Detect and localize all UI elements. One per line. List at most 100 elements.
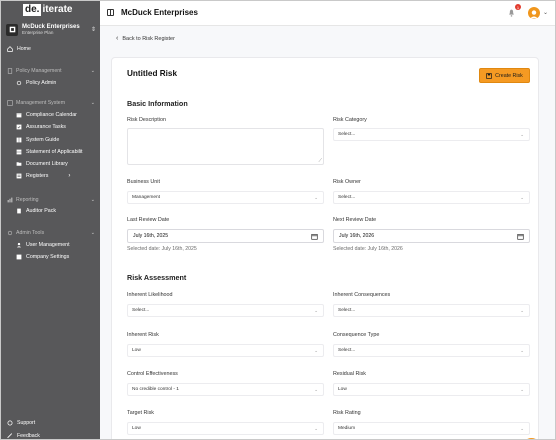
- chevron-down-icon: ⌄: [314, 308, 318, 313]
- sidebar-item-document-library[interactable]: Document Library: [16, 159, 68, 169]
- create-risk-button[interactable]: Create Risk: [479, 68, 530, 83]
- target-risk-select[interactable]: Low ⌄: [127, 422, 324, 435]
- chevron-down-icon[interactable]: ⌄: [543, 9, 548, 16]
- notification-badge: 1: [515, 4, 521, 10]
- inherent-risk-value: Low: [132, 348, 141, 353]
- consequence-type-select[interactable]: Select... ⌄: [333, 344, 530, 357]
- document-icon: [7, 68, 13, 74]
- chevron-down-icon: ⌄: [520, 348, 524, 353]
- sidebar-section-reporting[interactable]: Reporting ⌄: [7, 195, 95, 205]
- risk-rating-select[interactable]: Medium ⌄: [333, 422, 530, 435]
- user-avatar[interactable]: [528, 7, 540, 19]
- app-logo[interactable]: de. iterate: [23, 4, 72, 16]
- residual-risk-select[interactable]: Low ⌄: [333, 383, 530, 396]
- sidebar-item-compliance-calendar[interactable]: Compliance Calendar: [16, 110, 77, 120]
- risk-category-select[interactable]: Select... ⌄: [333, 128, 530, 141]
- residual-risk-label: Residual Risk: [333, 371, 366, 377]
- sidebar-item-label: Assurance Tasks: [26, 124, 66, 130]
- control-effectiveness-select[interactable]: No credible control - 1 ⌄: [127, 383, 324, 396]
- sidebar-item-assurance-tasks[interactable]: Assurance Tasks: [16, 122, 66, 132]
- last-review-value: July 16th, 2025: [133, 233, 169, 239]
- sidebar-item-label: Auditor Pack: [26, 208, 57, 214]
- document-icon: [17, 208, 21, 214]
- sidebar-section-admin[interactable]: Admin Tools ⌄: [7, 228, 95, 238]
- next-review-date-input[interactable]: July 16th, 2026: [333, 229, 530, 243]
- tools-icon: [7, 230, 13, 236]
- sidebar-section-label: Policy Management: [16, 68, 62, 74]
- save-icon: [486, 72, 492, 79]
- next-review-label: Next Review Date: [333, 217, 377, 223]
- risk-rating-value: Medium: [338, 426, 356, 431]
- risk-category-label: Risk Category: [333, 117, 367, 123]
- switch-org-icon: ⇕: [90, 27, 96, 33]
- sidebar-section-label: Reporting: [16, 197, 39, 203]
- sidebar-item-label: System Guide: [26, 137, 60, 143]
- resize-handle-icon[interactable]: ⟋: [318, 158, 322, 164]
- chevron-down-icon: ⌄: [314, 426, 318, 431]
- chevron-down-icon: ⌄: [520, 132, 524, 137]
- inherent-consequences-select[interactable]: Select... ⌄: [333, 304, 530, 317]
- sidebar-item-company-settings[interactable]: Company Settings: [16, 252, 69, 262]
- calendar-icon[interactable]: [311, 233, 318, 240]
- org-switcher[interactable]: McDuck Enterprises Enterprise Plan ⇕: [6, 20, 96, 39]
- chevron-down-icon: ⌄: [90, 100, 95, 106]
- bell-icon[interactable]: [508, 9, 515, 17]
- sidebar-item-auditor-pack[interactable]: Auditor Pack: [16, 206, 56, 216]
- business-unit-select[interactable]: Management ⌄: [127, 191, 324, 204]
- risk-owner-select[interactable]: Select... ⌄: [333, 191, 530, 204]
- sidebar-item-policy-admin[interactable]: Policy Admin: [16, 78, 56, 88]
- chevron-down-icon: ⌄: [90, 230, 95, 236]
- home-icon: [7, 46, 13, 52]
- last-review-label: Last Review Date: [127, 217, 170, 223]
- inherent-consequences-label: Inherent Consequences: [333, 292, 391, 298]
- back-link-label: Back to Risk Register: [122, 35, 175, 42]
- last-review-date-input[interactable]: July 16th, 2025: [127, 229, 324, 243]
- business-unit-value: Management: [132, 195, 160, 200]
- sidebar-item-home[interactable]: Home: [7, 44, 31, 54]
- folder-icon: [16, 162, 22, 166]
- sidebar-item-registers[interactable]: Registers ›: [16, 171, 70, 181]
- risk-owner-value: Select...: [338, 195, 356, 200]
- inherent-likelihood-label: Inherent Likelihood: [127, 292, 173, 298]
- calendar-icon[interactable]: [517, 233, 524, 240]
- feedback-icon: [7, 433, 13, 439]
- sidebar-item-support[interactable]: Support: [7, 418, 35, 428]
- chevron-down-icon: ⌄: [520, 195, 524, 200]
- sidebar-item-feedback[interactable]: Feedback: [7, 431, 40, 439]
- control-effectiveness-value: No credible control - 1: [132, 387, 179, 392]
- target-risk-label: Target Risk: [127, 410, 154, 416]
- sidebar-toggle-icon[interactable]: [107, 9, 114, 16]
- sidebar-item-user-management[interactable]: User Management: [16, 240, 70, 250]
- sidebar-item-system-guide[interactable]: System Guide: [16, 135, 59, 145]
- risk-description-field[interactable]: ⟋: [127, 128, 324, 165]
- sidebar-section-management[interactable]: Management System ⌄: [7, 98, 95, 108]
- gear-icon: [16, 254, 22, 260]
- sidebar: de. iterate McDuck Enterprises Enterpris…: [1, 1, 100, 439]
- sidebar-section-label: Management System: [16, 100, 66, 106]
- sidebar-section-label: Admin Tools: [16, 230, 45, 236]
- back-link[interactable]: ‹ Back to Risk Register: [116, 35, 175, 42]
- main-content: ‹ Back to Risk Register Untitled Risk Cr…: [100, 26, 555, 439]
- sidebar-item-label: Feedback: [17, 433, 40, 439]
- chart-icon: [7, 197, 13, 203]
- inherent-likelihood-select[interactable]: Select... ⌄: [127, 304, 324, 317]
- chevron-down-icon: ⌄: [314, 195, 318, 200]
- grid-icon: [7, 100, 13, 106]
- sidebar-item-label: Statement of Applicabilit: [26, 149, 83, 155]
- tasks-icon: [16, 124, 22, 130]
- sidebar-section-policy[interactable]: Policy Management ⌄: [7, 66, 95, 76]
- chevron-down-icon: ⌄: [90, 197, 95, 203]
- consequence-type-value: Select...: [338, 348, 356, 353]
- risk-category-value: Select...: [338, 132, 356, 137]
- consequence-type-label: Consequence Type: [333, 332, 380, 338]
- registers-icon: [16, 173, 22, 179]
- section-heading-assessment: Risk Assessment: [127, 273, 187, 282]
- sidebar-item-label: User Management: [26, 242, 70, 248]
- user-icon: [16, 242, 22, 248]
- target-risk-value: Low: [132, 426, 141, 431]
- top-bar: McDuck Enterprises 1 ⌄: [100, 1, 555, 26]
- logo-text: iterate: [42, 4, 73, 15]
- inherent-risk-select[interactable]: Low ⌄: [127, 344, 324, 357]
- sidebar-item-statement-applicability[interactable]: Statement of Applicabilit: [16, 147, 83, 157]
- form-title: Untitled Risk: [127, 69, 178, 78]
